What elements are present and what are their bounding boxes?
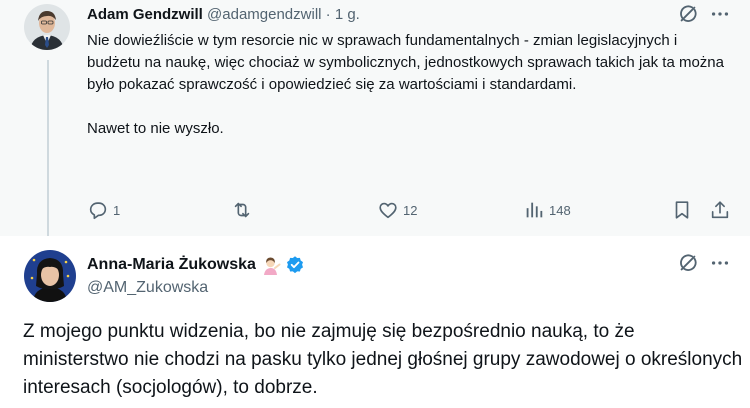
views-count: 148 <box>549 202 571 218</box>
author-name[interactable]: Adam Gendzwill <box>87 6 203 23</box>
reply-icon <box>89 202 107 220</box>
grok-icon[interactable] <box>677 3 699 25</box>
reply-count: 1 <box>113 202 121 218</box>
tweet-time[interactable]: 1 g. <box>335 6 360 23</box>
author-handle[interactable]: @adamgendzwill <box>207 6 321 23</box>
repost-button[interactable] <box>231 196 257 224</box>
share-button[interactable] <box>709 196 735 224</box>
reply-header: Adam Gendzwill @adamgendzwill · 1 g. <box>87 5 360 25</box>
reply-button[interactable]: 1 <box>87 196 120 224</box>
more-icon[interactable] <box>709 252 731 274</box>
author-handle[interactable]: @AM_Zukowska <box>87 277 208 299</box>
bookmark-icon <box>675 201 689 219</box>
main-tweet[interactable]: Anna-Maria Żukowska @AM_Zukowska Z mojeg… <box>0 236 750 408</box>
like-icon <box>379 202 397 219</box>
author-name[interactable]: Anna-Maria Żukowska <box>87 254 256 276</box>
reply-top-actions <box>677 3 731 25</box>
reply-action-bar: 1 12 148 <box>87 196 735 224</box>
bookmark-button[interactable] <box>671 196 697 224</box>
views-button[interactable]: 148 <box>523 196 571 224</box>
main-top-actions <box>677 252 731 274</box>
reply-paragraph: Nawet to nie wyszło. <box>87 120 224 137</box>
like-button[interactable]: 12 <box>377 196 417 224</box>
avatar-anna-maria[interactable] <box>24 250 76 302</box>
like-count: 12 <box>403 202 418 218</box>
avatar-adam[interactable] <box>24 4 70 50</box>
more-icon[interactable] <box>709 3 731 25</box>
separator-dot: · <box>325 6 331 23</box>
thread-line <box>47 60 49 236</box>
reply-tweet[interactable]: Adam Gendzwill @adamgendzwill · 1 g. Nie… <box>0 0 750 236</box>
main-author-line: Anna-Maria Żukowska <box>87 254 305 276</box>
repost-icon <box>234 202 250 218</box>
share-icon <box>711 201 729 219</box>
main-tweet-text: Z mojego punktu widzenia, bo nie zajmuję… <box>23 321 743 398</box>
emoji-icon <box>261 255 281 275</box>
grok-icon[interactable] <box>677 252 699 274</box>
reply-paragraph: Nie dowieźliście w tym resorcie nic w sp… <box>87 32 724 93</box>
verified-badge-icon[interactable] <box>285 255 305 275</box>
reply-text: Nie dowieźliście w tym resorcie nic w sp… <box>87 30 727 140</box>
views-icon <box>526 202 543 218</box>
